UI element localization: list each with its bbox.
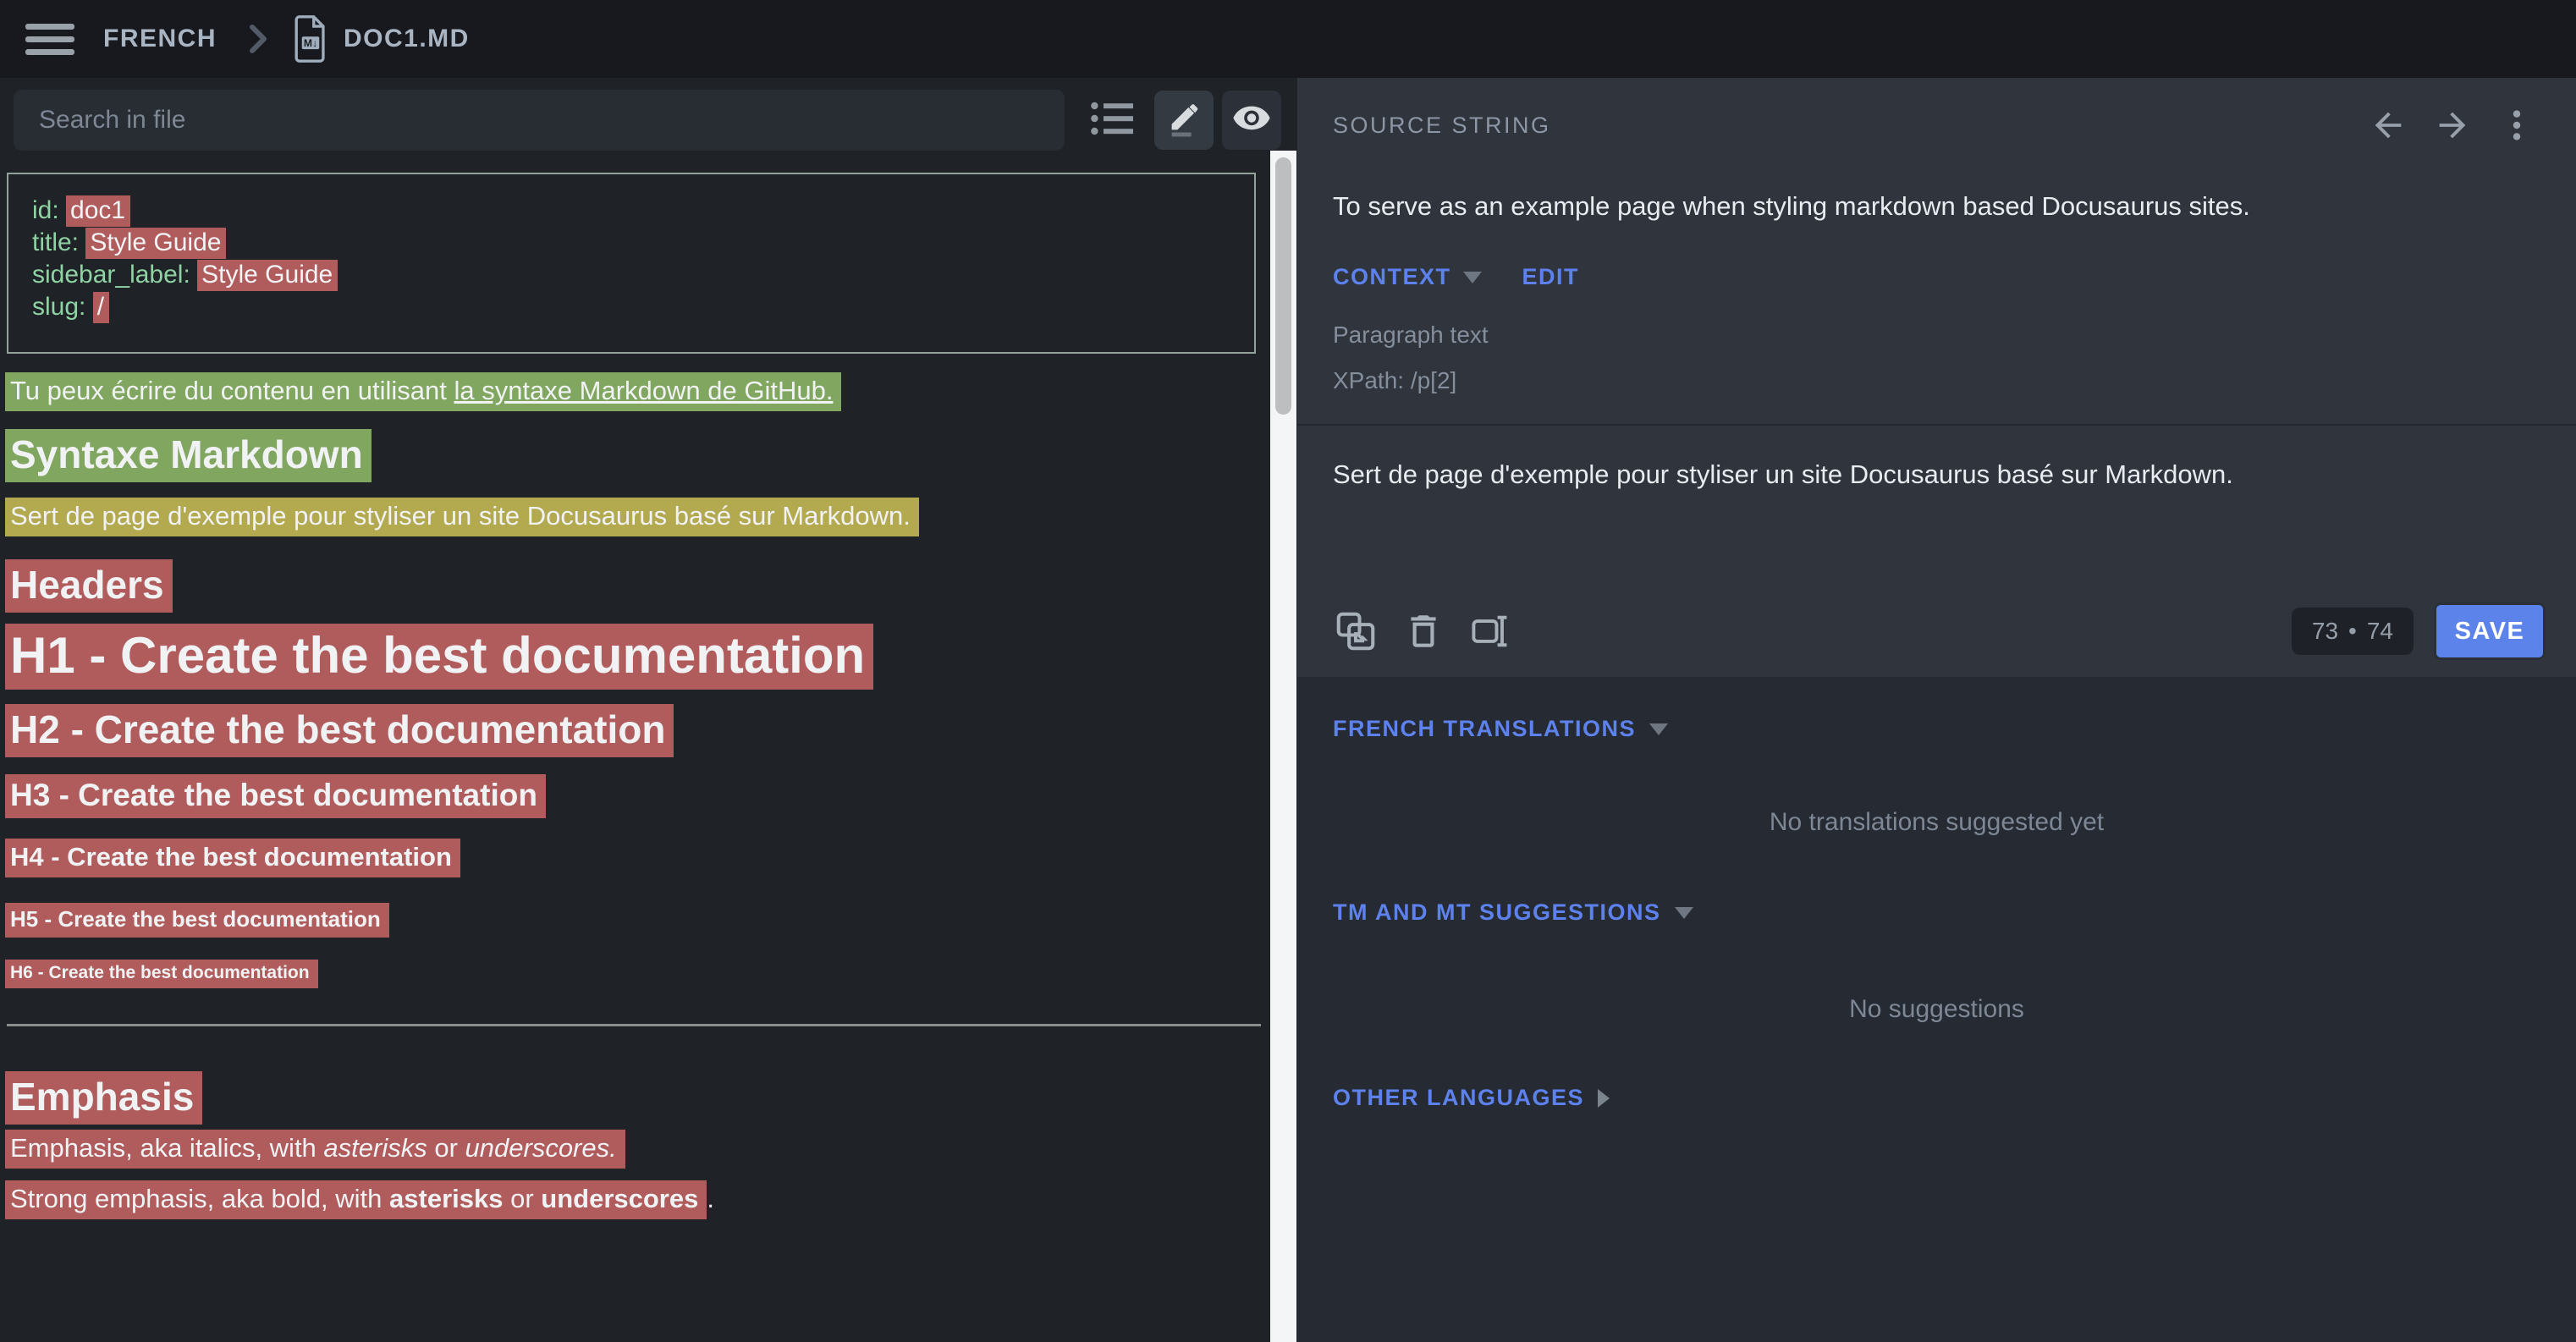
no-translations-message: No translations suggested yet	[1297, 808, 2576, 837]
string-frontmatter-title[interactable]: Style Guide	[85, 228, 226, 259]
document-view: id: doc1 title: Style Guide sidebar_labe…	[0, 162, 1297, 1342]
heading-syntax-markdown: Syntaxe Markdown	[5, 432, 1297, 477]
edit-mode-button[interactable]	[1154, 91, 1214, 150]
source-string-text: To serve as an example page when styling…	[1333, 191, 2539, 222]
kebab-menu-icon[interactable]	[2495, 103, 2539, 147]
section-french-translations[interactable]: FRENCH TRANSLATIONS	[1333, 716, 2576, 742]
character-count: 73 • 74	[2292, 608, 2414, 655]
suggestion-sections: FRENCH TRANSLATIONS No translations sugg…	[1297, 677, 2576, 1342]
string-h1[interactable]: H1 - Create the best documentation	[5, 624, 873, 690]
svg-text:M↓: M↓	[304, 37, 317, 49]
paragraph-emphasis-bold: Strong emphasis, aka bold, with asterisk…	[5, 1184, 1297, 1214]
string-headers-heading[interactable]: Headers	[5, 559, 173, 613]
pencil-icon	[1164, 99, 1203, 142]
paragraph-intro: Tu peux écrire du contenu en utilisant l…	[5, 376, 1297, 406]
string-emphasis-heading[interactable]: Emphasis	[5, 1071, 202, 1125]
search-input[interactable]	[14, 90, 1065, 151]
string-h6[interactable]: H6 - Create the best documentation	[5, 960, 318, 988]
markdown-file-icon: M↓	[293, 15, 328, 63]
breadcrumb-project[interactable]: FRENCH	[103, 25, 217, 53]
markdown-syntax-link[interactable]: la syntaxe Markdown de GitHub.	[454, 376, 833, 405]
string-frontmatter-id[interactable]: doc1	[66, 195, 130, 227]
preview-mode-button[interactable]	[1222, 91, 1281, 150]
frontmatter-line: id: doc1	[32, 195, 1237, 227]
editor-toolbar: 73 • 74 SAVE	[1333, 599, 2546, 663]
count-separator: •	[2348, 618, 2357, 645]
frontmatter-box: id: doc1 title: Style Guide sidebar_labe…	[7, 173, 1256, 354]
edit-context-link[interactable]: EDIT	[1522, 264, 1580, 290]
triangle-down-icon	[1649, 723, 1668, 735]
translation-panel: SOURCE STRING To serve as an example pag…	[1297, 78, 2576, 1342]
breadcrumb-file[interactable]: DOC1.MD	[344, 25, 470, 53]
document-panel: id: doc1 title: Style Guide sidebar_labe…	[0, 78, 1297, 1342]
copy-source-icon[interactable]	[1333, 608, 1379, 654]
translation-editor[interactable]: Sert de page d'exemple pour styliser un …	[1297, 426, 2576, 561]
list-icon	[1089, 99, 1137, 142]
top-bar: FRENCH M↓ DOC1.MD	[0, 0, 2576, 78]
context-row: CONTEXT EDIT	[1333, 264, 2576, 290]
previous-string-button[interactable]	[2366, 103, 2410, 147]
panel-title: SOURCE STRING	[1333, 113, 1551, 139]
hamburger-menu-icon[interactable]	[25, 19, 76, 58]
translation-char-count: 74	[2367, 618, 2393, 645]
triangle-right-icon	[1598, 1089, 1610, 1108]
heading-emphasis: Emphasis	[5, 1074, 1297, 1119]
french-translations-label[interactable]: FRENCH TRANSLATIONS	[1333, 716, 1636, 742]
string-list-button[interactable]	[1083, 91, 1142, 150]
string-frontmatter-sidebar-label[interactable]: Style Guide	[197, 260, 338, 291]
context-toggle[interactable]: CONTEXT	[1333, 264, 1451, 290]
heading-h5: H5 - Create the best documentation	[5, 906, 1297, 932]
heading-headers: Headers	[5, 562, 1297, 608]
scrollbar-thumb[interactable]	[1275, 157, 1291, 415]
next-string-button[interactable]	[2430, 103, 2474, 147]
section-other-languages[interactable]: OTHER LANGUAGES	[1333, 1085, 2576, 1111]
string-emphasis-italic[interactable]: Emphasis, aka italics, with asterisks or…	[5, 1130, 625, 1169]
paragraph-emphasis-italic: Emphasis, aka italics, with asterisks or…	[5, 1133, 1297, 1163]
string-h2[interactable]: H2 - Create the best documentation	[5, 704, 674, 757]
heading-h1: H1 - Create the best documentation	[5, 626, 1297, 685]
delete-translation-icon[interactable]	[1401, 608, 1446, 654]
app-window: FRENCH M↓ DOC1.MD	[0, 0, 2576, 1342]
string-intro[interactable]: Tu peux écrire du contenu en utilisant l…	[5, 372, 841, 411]
source-char-count: 73	[2312, 618, 2338, 645]
heading-h3: H3 - Create the best documentation	[5, 778, 1297, 813]
search-row	[0, 78, 1297, 162]
document-scrollbar[interactable]	[1270, 151, 1296, 1342]
eye-icon	[1231, 98, 1272, 143]
section-tm-mt[interactable]: TM AND MT SUGGESTIONS	[1333, 899, 2576, 926]
triangle-down-icon	[1463, 272, 1482, 283]
context-details: Paragraph text XPath: /p[2]	[1333, 312, 2576, 404]
context-xpath: XPath: /p[2]	[1333, 358, 2576, 404]
string-h3[interactable]: H3 - Create the best documentation	[5, 774, 546, 818]
string-h5[interactable]: H5 - Create the best documentation	[5, 903, 389, 938]
horizontal-rule	[7, 1024, 1261, 1026]
string-frontmatter-slug[interactable]: /	[93, 292, 109, 323]
chevron-right-icon	[247, 22, 269, 56]
source-string-card: SOURCE STRING To serve as an example pag…	[1297, 78, 2576, 677]
heading-h2: H2 - Create the best documentation	[5, 707, 1297, 752]
frontmatter-line: slug: /	[32, 291, 1237, 323]
tm-mt-label[interactable]: TM AND MT SUGGESTIONS	[1333, 899, 1661, 926]
string-selected[interactable]: Sert de page d'exemple pour styliser un …	[5, 498, 919, 536]
frontmatter-line: sidebar_label: Style Guide	[32, 259, 1237, 291]
string-syntax-heading[interactable]: Syntaxe Markdown	[5, 429, 372, 482]
heading-h6: H6 - Create the best documentation	[5, 963, 1297, 983]
paragraph-selected: Sert de page d'exemple pour styliser un …	[5, 501, 1297, 531]
frontmatter-line: title: Style Guide	[32, 227, 1237, 259]
other-languages-label[interactable]: OTHER LANGUAGES	[1333, 1085, 1584, 1111]
context-element-type: Paragraph text	[1333, 312, 2576, 358]
insert-text-icon[interactable]	[1468, 608, 1514, 654]
no-suggestions-message: No suggestions	[1297, 995, 2576, 1024]
heading-h4: H4 - Create the best documentation	[5, 842, 1297, 872]
string-emphasis-bold[interactable]: Strong emphasis, aka bold, with asterisk…	[5, 1180, 707, 1219]
card-header: SOURCE STRING	[1297, 78, 2576, 147]
string-h4[interactable]: H4 - Create the best documentation	[5, 839, 460, 877]
triangle-down-icon	[1675, 907, 1693, 919]
save-button[interactable]: SAVE	[2434, 602, 2546, 660]
